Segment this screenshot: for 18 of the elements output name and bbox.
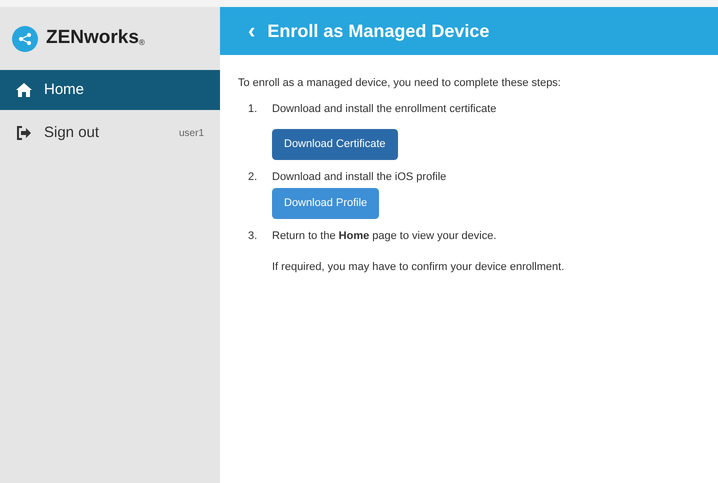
step-text: Download and install the iOS profile — [272, 170, 446, 185]
user-label: user1 — [178, 126, 204, 140]
share-logo-icon — [12, 26, 38, 52]
nav-item[interactable]: Home — [0, 70, 220, 110]
home-icon — [16, 83, 32, 97]
intro-text: To enroll as a managed device, you need to complete these steps: — [238, 76, 562, 91]
nav-item[interactable]: Sign out user1 — [0, 113, 220, 153]
sign-out-icon — [16, 126, 32, 140]
logo-text: ZENworks$_{®}$ — [46, 26, 145, 50]
page-title: Enroll as Managed Device — [267, 20, 490, 43]
note-text: If required, you may have to confirm your device enrollment. — [272, 260, 564, 275]
download-button[interactable]: Download Profile — [272, 188, 380, 218]
step-text: Download and install the enrollment certificate — [272, 102, 496, 116]
download-button[interactable]: Download Certificate — [272, 129, 398, 160]
step-number: 2. — [248, 170, 258, 185]
step-number: 3. — [248, 228, 258, 244]
step-number: 1. — [248, 102, 258, 116]
step-text: Return to the Home page to view your device. — [272, 228, 498, 244]
